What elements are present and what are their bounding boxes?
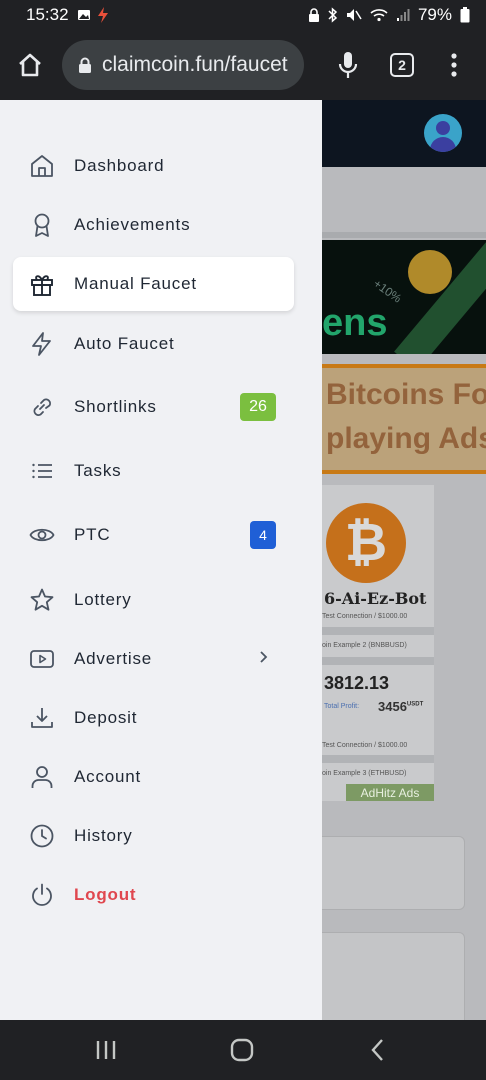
bot-name: 6-Ai-Ez-Bot [324,589,427,608]
download-icon [29,705,55,731]
browser-menu-button[interactable] [424,30,484,100]
site-divider [322,232,486,238]
back-chevron-icon [371,1039,383,1061]
nav-item-manual-faucet[interactable]: Manual Faucet [13,257,294,311]
nav-item-deposit[interactable]: Deposit [13,691,294,745]
navigation-drawer: Dashboard Achievements Manual Faucet Aut… [0,100,322,1020]
nav-label: Auto Faucet [74,334,175,353]
nav-label: Logout [74,885,137,904]
app-notification-icon [97,7,108,23]
award-icon [29,212,55,238]
screen: 15:32 79% claimcoin.fun/faucet 2 +10% en… [0,0,486,1080]
video-icon [29,646,55,672]
nav-item-logout[interactable]: Logout [13,868,294,922]
status-bar: 15:32 79% [0,0,486,30]
nav-label: PTC [74,525,111,544]
battery-icon [460,7,470,23]
home-button[interactable] [0,30,60,100]
nav-item-tasks[interactable]: Tasks [13,444,294,498]
bluetooth-icon [328,7,338,23]
nav-label: Manual Faucet [74,274,197,293]
bitcoin-icon: ₿ [326,503,406,583]
mute-icon [346,9,362,21]
nav-label: Dashboard [74,156,165,175]
clock-time: 15:32 [26,5,69,24]
url-text: claimcoin.fun/faucet [102,53,288,76]
nav-label: Lottery [74,590,132,609]
signal-icon [396,9,410,21]
voice-search-button[interactable] [318,30,378,100]
system-navigation-bar [0,1020,486,1080]
nav-label: Deposit [74,708,138,727]
ad-box[interactable]: ₿ 6-Ai-Ez-Bot Test Connection / $1000.00… [322,485,434,801]
price-value: 3812.13 [324,673,390,693]
test-connection-2: Test Connection / $1000.00 [322,742,408,749]
nav-item-achievements[interactable]: Achievements [13,198,294,252]
list-icon [29,458,55,484]
nav-item-dashboard[interactable]: Dashboard [13,139,294,193]
ad-banner-top[interactable]: +10% ens [322,240,486,354]
lock-status-icon [308,7,319,22]
banner-text: ens [322,302,388,344]
content-card [322,932,465,1020]
total-profit-label: Total Profit: [324,703,360,710]
tab-count: 2 [390,53,414,77]
wifi-icon [370,9,388,22]
home-icon [19,53,41,77]
ptc-count-badge: 4 [250,521,276,549]
nav-label: History [74,826,133,845]
user-avatar-icon[interactable] [424,114,462,152]
coin-example-2: oin Example 2 (BNBBUSD) [322,642,407,649]
recent-apps-icon [96,1041,116,1059]
nav-item-shortlinks[interactable]: Shortlinks 26 [13,380,294,434]
nav-item-lottery[interactable]: Lottery [13,573,294,627]
gold-coin-icon [408,250,452,294]
nav-item-account[interactable]: Account [13,750,294,804]
battery-percent: 79% [417,5,452,24]
test-connection-1: Test Connection / $1000.00 [322,613,408,620]
ad-network-label[interactable]: AdHitz Ads [346,784,434,801]
gallery-icon [77,10,90,20]
bolt-icon [29,331,55,357]
clock-icon [29,823,55,849]
nav-item-auto-faucet[interactable]: Auto Faucet [13,317,294,371]
nav-item-ptc[interactable]: PTC 4 [13,508,294,562]
gift-icon [29,271,55,297]
home-circle-icon [230,1038,254,1062]
nav-item-history[interactable]: History [13,809,294,863]
nav-label: Tasks [74,461,122,480]
coin-example-3: oin Example 3 (ETHBUSD) [322,770,407,777]
nav-label: Advertise [74,649,153,668]
link-icon [29,394,55,420]
eye-icon [29,522,55,548]
lock-icon [79,57,91,73]
microphone-icon [338,52,358,78]
nav-label: Achievements [74,215,191,234]
home-icon [29,153,55,179]
more-vert-icon [451,53,457,77]
power-icon [29,882,55,908]
promo-line-1: Bitcoins Fo [326,378,486,411]
home-nav-button[interactable] [212,1020,272,1080]
nav-item-advertise[interactable]: Advertise [13,632,294,686]
promo-line-2: playing Ads [326,422,486,455]
browser-toolbar: claimcoin.fun/faucet 2 [0,30,486,100]
star-icon [29,587,55,613]
shortlinks-count-badge: 26 [240,393,276,421]
tab-switcher-button[interactable]: 2 [372,30,432,100]
address-bar[interactable]: claimcoin.fun/faucet [62,40,304,90]
nav-label: Account [74,767,142,786]
content-card [322,836,465,910]
total-profit-value: 3456USDT [378,699,424,714]
recent-apps-button[interactable] [76,1020,136,1080]
nav-label: Shortlinks [74,397,157,416]
ad-banner-promo[interactable]: Bitcoins Fo playing Ads [322,364,486,474]
user-icon [29,764,55,790]
chevron-right-icon [257,650,269,669]
back-button[interactable] [348,1020,408,1080]
